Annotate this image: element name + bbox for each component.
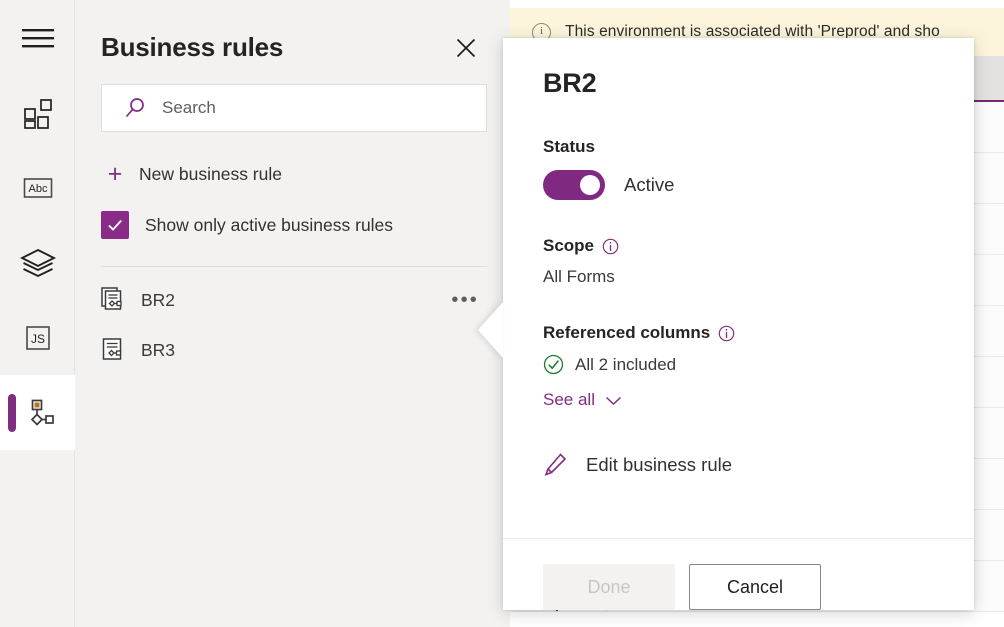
status-toggle[interactable]	[543, 170, 605, 200]
referenced-columns-label-text: Referenced columns	[543, 323, 710, 343]
business-rules-panel: Business rules + New business rule Show …	[75, 0, 510, 627]
svg-text:Abc: Abc	[28, 183, 47, 195]
referenced-columns-value: All 2 included	[575, 355, 676, 375]
see-all-label: See all	[543, 390, 595, 410]
referenced-columns-section: Referenced columns All 2 included See al…	[543, 323, 934, 410]
callout-title: BR2	[543, 68, 934, 99]
left-icon-rail: Abc JS	[0, 0, 75, 627]
edit-business-rule-button[interactable]: Edit business rule	[543, 452, 732, 477]
scope-label: Scope	[543, 236, 934, 256]
checkbox-checked-icon	[101, 211, 129, 239]
status-toggle-row: Active	[543, 170, 934, 200]
rail-item-choices[interactable]: Abc	[0, 150, 75, 225]
rail-item-components[interactable]	[0, 75, 75, 150]
edit-business-rule-label: Edit business rule	[586, 454, 732, 476]
scope-value: All Forms	[543, 267, 934, 287]
toggle-knob	[580, 175, 600, 195]
rail-item-business-rules[interactable]	[0, 375, 75, 450]
rail-item-layers[interactable]	[0, 225, 75, 300]
scope-section: Scope All Forms	[543, 236, 934, 287]
hamburger-menu-icon	[21, 26, 55, 50]
status-section: Status Active	[543, 137, 934, 200]
info-icon[interactable]	[602, 238, 619, 255]
scope-label-text: Scope	[543, 236, 594, 256]
business-rules-list: BR2 ••• BR3	[75, 275, 510, 375]
divider	[101, 266, 487, 267]
info-icon[interactable]	[718, 325, 735, 342]
close-icon	[454, 36, 478, 60]
pencil-edit-icon	[543, 452, 568, 477]
show-only-active-checkbox[interactable]: Show only active business rules	[101, 206, 484, 244]
javascript-js-icon: JS	[22, 324, 54, 352]
list-item[interactable]: BR3	[101, 325, 487, 375]
status-value: Active	[624, 174, 674, 196]
cancel-button[interactable]: Cancel	[689, 564, 821, 610]
referenced-columns-label: Referenced columns	[543, 323, 934, 343]
callout-body: BR2 Status Active Scope All For	[503, 38, 974, 538]
list-item[interactable]: BR2 •••	[101, 275, 487, 325]
checkmark-icon	[106, 216, 124, 234]
business-rules-icon	[21, 397, 55, 429]
panel-header: Business rules	[75, 0, 510, 64]
close-panel-button[interactable]	[450, 32, 482, 64]
choices-abc-icon: Abc	[21, 175, 55, 201]
new-business-rule-label: New business rule	[139, 164, 282, 185]
list-item-label: BR2	[141, 290, 451, 311]
rail-item-javascript[interactable]: JS	[0, 300, 75, 375]
business-rule-detail-callout: BR2 Status Active Scope All For	[503, 38, 974, 610]
callout-footer: Done Cancel	[503, 538, 974, 610]
new-business-rule-button[interactable]: + New business rule	[101, 154, 484, 194]
see-all-link[interactable]: See all	[543, 390, 622, 410]
done-button[interactable]: Done	[543, 564, 675, 610]
success-check-circle-icon	[543, 354, 564, 375]
show-only-active-label: Show only active business rules	[145, 215, 393, 236]
list-item-label: BR3	[141, 340, 487, 361]
referenced-columns-value-row: All 2 included	[543, 354, 934, 375]
rail-item-menu[interactable]	[0, 0, 75, 75]
search-box[interactable]	[101, 84, 487, 132]
chevron-down-icon	[605, 395, 622, 406]
components-icon	[21, 96, 55, 130]
selected-indicator-bar	[8, 394, 16, 432]
status-label-text: Status	[543, 137, 595, 157]
page-title: Business rules	[101, 32, 450, 63]
status-label: Status	[543, 137, 934, 157]
business-rule-item-icon	[101, 337, 125, 363]
search-input[interactable]	[162, 98, 486, 118]
callout-beak	[478, 302, 503, 358]
search-icon	[124, 97, 146, 119]
plus-icon: +	[101, 162, 129, 187]
layers-icon	[20, 247, 56, 279]
business-rule-item-icon	[101, 287, 125, 313]
svg-text:JS: JS	[30, 332, 44, 346]
